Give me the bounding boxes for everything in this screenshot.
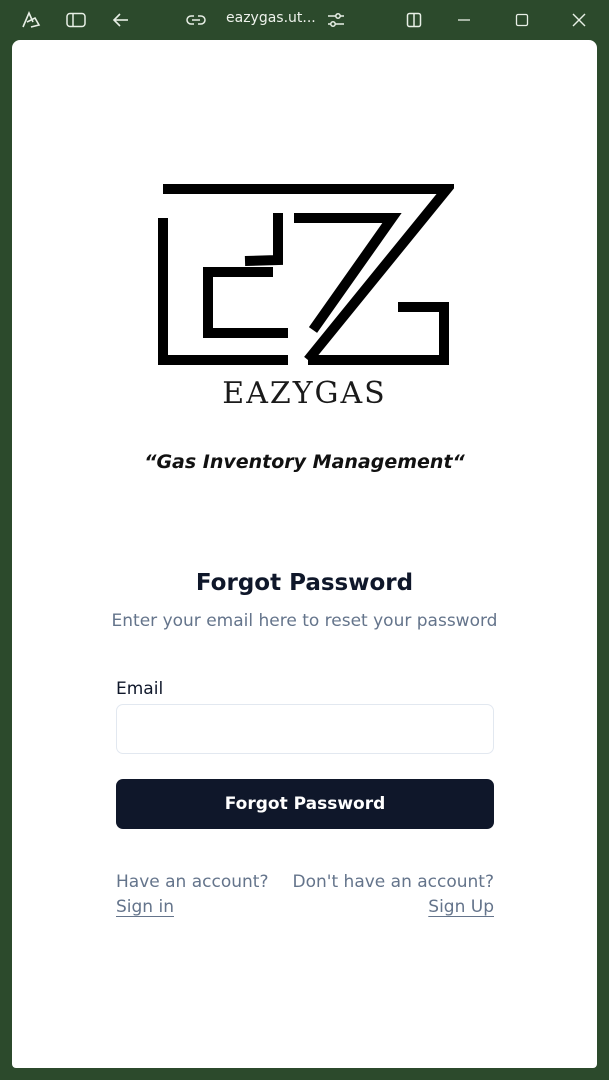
minimize-icon[interactable] [454, 0, 474, 40]
split-view-icon[interactable] [404, 0, 424, 40]
sidebar-icon[interactable] [64, 0, 88, 40]
maximize-icon[interactable] [512, 0, 532, 40]
back-arrow-icon[interactable] [110, 0, 132, 40]
no-account-text: Don't have an account? [292, 872, 494, 892]
brand-name: EAZYGAS [222, 376, 387, 411]
page-title: Forgot Password [195, 570, 414, 596]
email-label: Email [116, 679, 164, 699]
brand-tagline: “Gas Inventory Management“ [144, 451, 465, 473]
sign-in-link[interactable]: Sign in [116, 895, 174, 920]
app-icon[interactable] [18, 0, 44, 40]
close-icon[interactable] [569, 0, 589, 40]
forgot-password-button[interactable]: Forgot Password [116, 779, 494, 829]
sign-in-block: Have an account? Sign in [116, 870, 268, 920]
page-content: EAZYGAS “Gas Inventory Management“ Forgo… [12, 40, 597, 1068]
sign-up-link[interactable]: Sign Up [428, 895, 494, 920]
link-icon[interactable] [185, 0, 207, 40]
have-account-text: Have an account? [116, 872, 269, 892]
browser-titlebar: eazygas.ut... [0, 0, 609, 40]
page-subtitle: Enter your email here to reset your pass… [111, 611, 498, 631]
address-bar-url[interactable]: eazygas.ut... [226, 10, 316, 26]
email-input[interactable] [116, 704, 494, 754]
sign-up-block: Don't have an account? Sign Up [293, 870, 494, 920]
tune-icon[interactable] [326, 0, 346, 40]
